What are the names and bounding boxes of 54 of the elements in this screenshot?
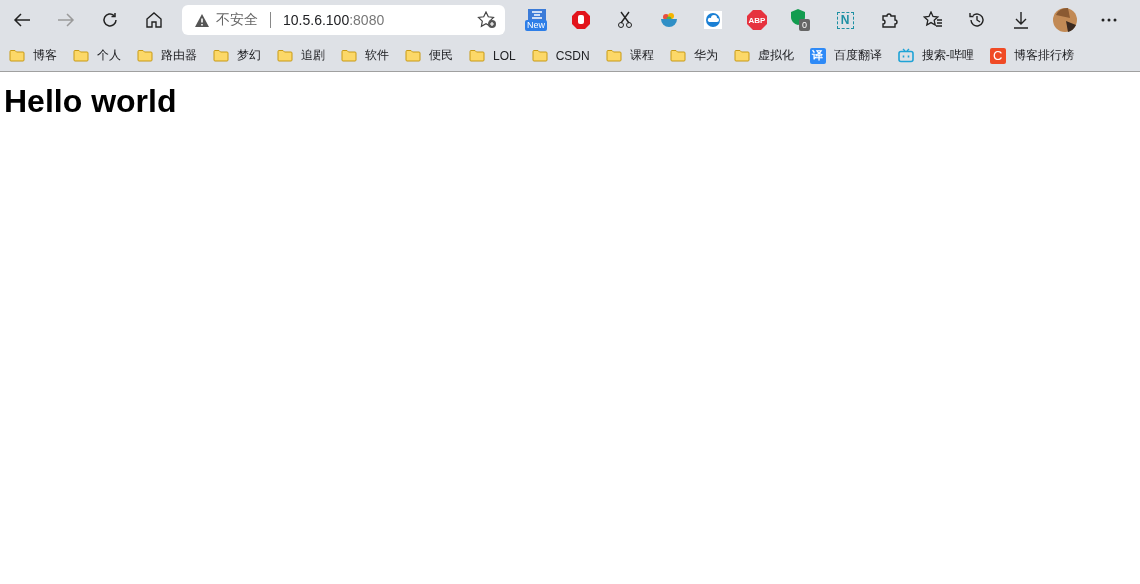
bookmark[interactable]: 追剧: [276, 45, 330, 66]
page-heading: Hello world: [4, 83, 178, 120]
bookmark[interactable]: C 博客排行榜: [988, 45, 1079, 66]
folder-icon: [137, 49, 153, 62]
fruit-bowl-icon[interactable]: [660, 11, 678, 29]
folder-icon: [733, 49, 750, 62]
bookmark[interactable]: LOL: [468, 46, 521, 65]
bookmark[interactable]: CSDN: [530, 46, 595, 65]
folder-icon: [469, 49, 485, 62]
folder-icon: [213, 49, 229, 62]
folder-icon: [669, 49, 686, 62]
reload-icon[interactable]: [101, 11, 119, 29]
translate-icon: 译: [809, 47, 826, 64]
bookmark[interactable]: 梦幻: [212, 45, 266, 66]
cloud-icon[interactable]: [704, 11, 722, 29]
count-badge: 0: [799, 19, 810, 31]
bookmark[interactable]: 个人: [72, 45, 126, 66]
puzzle-icon[interactable]: [880, 11, 898, 29]
warning-icon: [194, 12, 210, 28]
download-icon[interactable]: [1013, 11, 1029, 29]
c-logo-icon: C: [989, 47, 1006, 64]
folder-icon: [605, 49, 622, 62]
folder-icon: [405, 49, 421, 62]
folder-icon: [9, 49, 25, 62]
extension-button[interactable]: 0: [790, 8, 812, 32]
abp-button[interactable]: ABP: [747, 10, 767, 30]
tv-icon: [897, 48, 914, 63]
folder-icon: [341, 49, 357, 62]
folder-icon: [277, 49, 293, 62]
bookmark[interactable]: 华为: [668, 45, 723, 66]
folder-icon: [73, 49, 89, 62]
bookmark[interactable]: 路由器: [136, 45, 202, 66]
favorite-add-icon[interactable]: [477, 11, 497, 29]
profile-avatar[interactable]: [1052, 7, 1078, 33]
star-list-icon[interactable]: [923, 11, 943, 29]
new-badge: New: [525, 20, 547, 31]
address-bar[interactable]: 不安全 10.5.6.100:8080: [182, 5, 505, 35]
back-arrow-icon[interactable]: [13, 12, 31, 28]
bookmark[interactable]: 课程: [604, 45, 659, 66]
extension-button[interactable]: New: [525, 8, 549, 32]
scissors-icon[interactable]: [617, 11, 633, 29]
home-icon[interactable]: [145, 11, 163, 29]
security-label: 不安全: [216, 11, 258, 29]
folder-icon: [531, 49, 548, 62]
hand-stop-icon[interactable]: [571, 10, 591, 30]
history-icon[interactable]: [968, 11, 986, 29]
bookmark[interactable]: 博客: [8, 45, 62, 66]
bookmark[interactable]: 便民: [404, 45, 458, 66]
bookmark[interactable]: 搜索-哔哩: [896, 45, 979, 66]
url-text: 10.5.6.100:8080: [283, 12, 385, 28]
more-icon[interactable]: [1101, 18, 1117, 22]
bookmark[interactable]: 软件: [340, 45, 394, 66]
bookmark[interactable]: 译 百度翻译: [808, 45, 887, 66]
bookmark[interactable]: 虚拟化: [732, 45, 799, 66]
